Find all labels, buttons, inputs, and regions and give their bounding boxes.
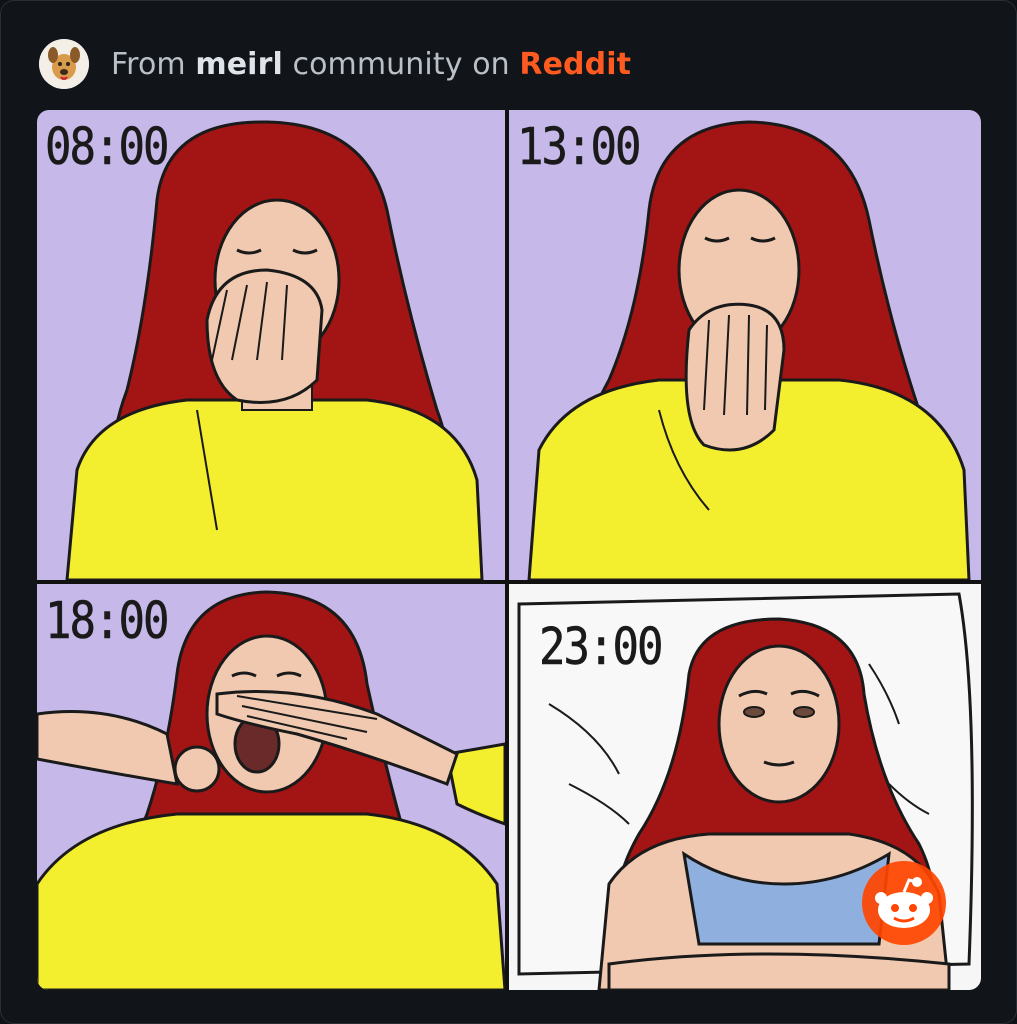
comic-panel-3: 18:00 [37, 584, 505, 990]
comic-image[interactable]: 08:00 13:00 18:00 23:00 [37, 110, 981, 990]
attribution-text: From meirl community on Reddit [111, 47, 631, 82]
reddit-embed-card: From meirl community on Reddit 08:00 13:… [0, 0, 1017, 1024]
woman-yawning-illustration [65, 120, 484, 580]
comic-panel-1: 08:00 [37, 110, 505, 580]
comic-panel-2: 13:00 [509, 110, 981, 580]
panel-1-time: 08:00 [45, 118, 170, 177]
community-link[interactable]: meirl [195, 47, 282, 82]
reddit-link[interactable]: Reddit [519, 47, 631, 82]
panel-4-time: 23:00 [539, 618, 664, 677]
reddit-snoo-icon [862, 861, 946, 945]
attribution-prefix: From [111, 46, 186, 82]
attribution-middle: community on [292, 46, 510, 82]
woman-yawning-illustration [527, 120, 971, 580]
panel-2-time: 13:00 [517, 118, 642, 177]
panel-3-time: 18:00 [45, 592, 170, 651]
community-avatar-icon[interactable] [39, 39, 89, 89]
attribution-header: From meirl community on Reddit [39, 39, 631, 89]
